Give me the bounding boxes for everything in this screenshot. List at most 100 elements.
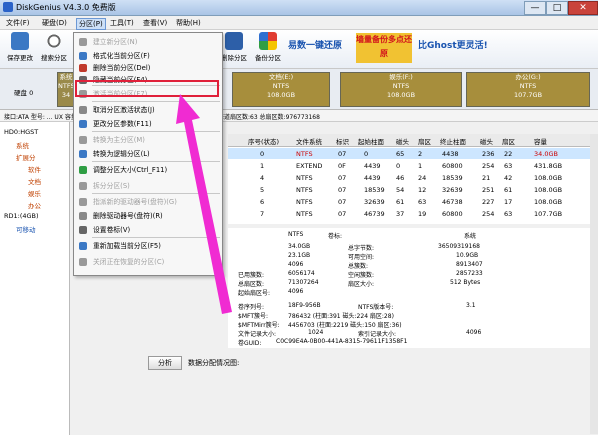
menu-item-icon [79, 64, 87, 72]
table-cell: 18539 [364, 186, 385, 194]
table-row[interactable]: 1 EXTEND 0F 4439 0 1 60800 254 63 431.8GB [228, 160, 598, 171]
table-cell: NTFS [296, 174, 313, 182]
table-cell: EXTEND [296, 162, 323, 170]
search-partition-button[interactable]: 搜索分区 [38, 32, 70, 62]
trash-icon [225, 32, 243, 50]
menu-item-icon [79, 198, 87, 206]
table-cell: NTFS [296, 150, 313, 158]
table-cell: 108.0GB [534, 174, 563, 182]
table-cell: 0 [260, 150, 265, 158]
table-cell: 07 [338, 174, 347, 182]
close-button[interactable]: ✕ [568, 1, 598, 15]
menu-disk[interactable]: 硬盘(D) [42, 18, 67, 28]
table-cell: 42 [504, 174, 513, 182]
table-cell: 63 [504, 210, 513, 218]
table-row[interactable]: 5 NTFS 07 18539 54 12 32639 251 61 108.0GB [228, 184, 598, 195]
table-cell: 21 [482, 174, 491, 182]
table-cell: 4439 [364, 162, 381, 170]
table-cell: 22 [504, 150, 513, 158]
table-cell: 07 [338, 150, 347, 158]
table-cell: 07 [338, 198, 347, 206]
menu-item-icon [79, 120, 87, 128]
table-row[interactable]: 7 NTFS 07 46739 37 19 60800 254 63 107.7GB [228, 208, 598, 219]
table-cell: 63 [504, 162, 513, 170]
table-cell: 254 [482, 162, 495, 170]
menu-file[interactable]: 文件(F) [6, 18, 30, 28]
table-cell: 19 [418, 210, 427, 218]
table-cell: 61 [396, 198, 405, 206]
table-cell: 4439 [364, 174, 381, 182]
table-cell: 4438 [442, 150, 459, 158]
table-cell: 251 [482, 186, 495, 194]
table-cell: 1 [260, 162, 265, 170]
partition-entertainment[interactable]: 娱乐(F:) NTFS 108.0GB [340, 72, 462, 107]
banner-onekey-restore[interactable]: 易数一键还原 [288, 38, 342, 51]
table-row[interactable]: 6 NTFS 07 32639 61 63 46738 227 17 108.0GB [228, 196, 598, 207]
tree-item-extended[interactable]: 扩展分 [16, 152, 36, 162]
table-row[interactable]: 4 NTFS 07 4439 46 24 18539 21 42 108.0GB [228, 172, 598, 183]
tree-item-hd0[interactable]: HD0:HGST [4, 128, 38, 136]
tree-item-removable[interactable]: 可移动 [16, 224, 36, 234]
app-icon [3, 2, 13, 12]
table-cell: 108.0GB [534, 186, 563, 194]
table-cell: 0 [364, 150, 369, 158]
menu-item-icon [79, 38, 87, 46]
analysis-bar: 分析 数据分配情况图: [142, 354, 598, 370]
banner-ghost[interactable]: 比Ghost更灵活! [418, 38, 488, 51]
menu-view[interactable]: 查看(V) [143, 18, 167, 28]
tree-item-system[interactable]: 系统 [16, 140, 29, 150]
tree-item-entertainment[interactable]: 娱乐 [28, 188, 41, 198]
menu-item-2[interactable]: 删除当前分区(Del) [74, 62, 222, 74]
backup-partition-button[interactable]: 备份分区 [252, 32, 284, 62]
menu-item-1[interactable]: 格式化当前分区(F) [74, 50, 222, 62]
menu-tools[interactable]: 工具(T) [110, 18, 134, 28]
table-cell: NTFS [296, 210, 313, 218]
table-cell: 17 [504, 198, 513, 206]
menu-item-icon [79, 150, 87, 158]
table-cell: 63 [418, 198, 427, 206]
disk-label: 硬盘 0 [14, 89, 34, 97]
table-cell: NTFS [296, 198, 313, 206]
table-cell: 60800 [442, 210, 463, 218]
menu-bar: 文件(F) 硬盘(D) 分区(P) 工具(T) 查看(V) 帮助(H) [0, 16, 598, 30]
tree-item-software[interactable]: 软件 [28, 164, 41, 174]
table-cell: 34.0GB [534, 150, 558, 158]
table-cell: 24 [418, 174, 427, 182]
minimize-button[interactable]: — [524, 1, 546, 15]
menu-item-icon [79, 166, 87, 174]
table-cell: 236 [482, 150, 495, 158]
table-cell: 61 [504, 186, 513, 194]
partition-office[interactable]: 办公(G:) NTFS 107.7GB [466, 72, 590, 107]
table-cell: 46739 [364, 210, 385, 218]
table-cell: 6 [260, 198, 265, 206]
partition-table-header: 序号(状态) 文件系统 标识 起始柱面 磁头 扇区 终止柱面 磁头 扇区 容量 [228, 134, 598, 147]
menu-item-icon [79, 182, 87, 190]
table-cell: 46 [396, 174, 405, 182]
menu-help[interactable]: 帮助(H) [176, 18, 201, 28]
disk-tree: HD0:HGST 系统 扩展分 软件 文档 娱乐 办公 RD1:(4GB) 可移… [0, 122, 70, 435]
table-cell: 18539 [442, 174, 463, 182]
menu-item-0[interactable]: 建立新分区(N) [74, 36, 222, 48]
search-icon [45, 32, 63, 50]
maximize-button[interactable]: □ [546, 1, 568, 15]
analyze-button[interactable]: 分析 [148, 356, 182, 370]
menu-partition[interactable]: 分区(P) [76, 18, 106, 30]
table-row[interactable]: 0 NTFS 07 0 65 2 4438 236 22 34.0GB [228, 148, 598, 159]
table-cell: 2 [418, 150, 423, 158]
menu-item-icon [79, 242, 87, 250]
allocation-chart-label: 数据分配情况图: [188, 359, 240, 367]
tree-item-office[interactable]: 办公 [28, 200, 41, 210]
table-cell: 07 [338, 186, 347, 194]
save-icon [11, 32, 29, 50]
menu-item-icon [79, 226, 87, 234]
title-bar: DiskGenius V4.3.0 免费版 — □ ✕ [0, 0, 598, 16]
save-button[interactable]: 保存更改 [4, 32, 36, 62]
banner-backup-restore[interactable]: 墙量备份多点还原 [356, 33, 412, 63]
table-cell: 12 [418, 186, 427, 194]
tree-item-rd1[interactable]: RD1:(4GB) [4, 212, 39, 220]
tree-item-docs[interactable]: 文档 [28, 176, 41, 186]
table-cell: 5 [260, 186, 265, 194]
backup-icon [259, 32, 277, 50]
table-cell: 227 [482, 198, 495, 206]
vertical-scrollbar[interactable] [590, 134, 598, 434]
